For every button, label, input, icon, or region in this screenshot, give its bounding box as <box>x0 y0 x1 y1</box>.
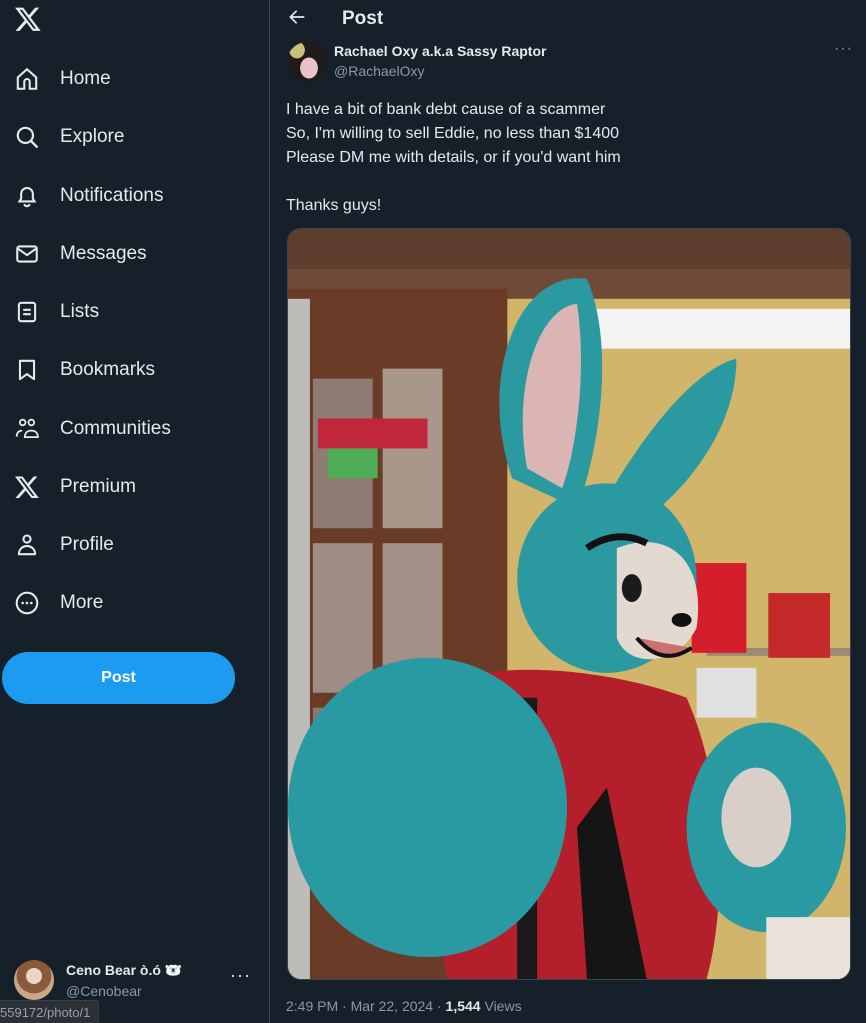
sidebar-item-label: Bookmarks <box>60 359 156 380</box>
author-handle[interactable]: @RachaelOxy <box>334 63 424 79</box>
separator: · <box>342 998 347 1014</box>
home-icon <box>14 66 40 92</box>
bell-icon <box>14 183 40 209</box>
sidebar-item-home[interactable]: Home <box>0 54 140 104</box>
avatar <box>14 960 54 1000</box>
sidebar-item-profile[interactable]: Profile <box>0 520 140 570</box>
sidebar-item-label: Profile <box>60 534 114 555</box>
sidebar-item-bookmarks[interactable]: Bookmarks <box>0 345 180 395</box>
arrow-left-icon <box>287 7 307 32</box>
post-date[interactable]: Mar 22, 2024 <box>351 998 434 1014</box>
sidebar-item-label: Home <box>60 68 111 89</box>
photo-illustration <box>288 229 850 979</box>
account-handle: @Cenobear <box>66 983 142 999</box>
sidebar-item-more[interactable]: More <box>0 578 130 628</box>
list-icon <box>14 299 40 325</box>
sidebar-item-notifications[interactable]: Notifications <box>0 171 190 221</box>
sidebar-item-explore[interactable]: Explore <box>0 112 140 162</box>
back-button[interactable] <box>284 6 310 32</box>
views-label: Views <box>484 998 522 1014</box>
sidebar: Home Explore Notifications Messages List… <box>0 0 269 1023</box>
sidebar-item-communities[interactable]: Communities <box>0 404 195 454</box>
more-circle-icon <box>14 590 40 616</box>
person-icon <box>14 532 40 558</box>
post-text-line: I have a bit of bank debt cause of a sca… <box>286 101 606 118</box>
post-text-line: Thanks guys! <box>286 197 382 214</box>
sidebar-item-lists[interactable]: Lists <box>0 287 120 337</box>
post-text-line: So, I'm willing to sell Eddie, no less t… <box>286 125 620 142</box>
separator: · <box>436 998 442 1014</box>
sidebar-item-label: Explore <box>60 126 125 147</box>
envelope-icon <box>14 241 40 267</box>
post-timestamp: 2:49 PM · Mar 22, 2024 · 1,544 Views <box>286 998 522 1014</box>
more-horizontal-icon[interactable]: ··· <box>230 965 251 986</box>
communities-icon <box>14 416 40 442</box>
post-photo[interactable] <box>287 228 851 980</box>
compose-post-button[interactable]: Post <box>2 652 235 704</box>
sidebar-item-label: More <box>60 592 104 613</box>
post-more-button[interactable]: ··· <box>834 40 853 58</box>
post-detail: Post Rachael Oxy a.k.a Sassy Raptor @Rac… <box>270 0 866 1023</box>
page-title: Post <box>342 8 384 29</box>
sidebar-item-label: Notifications <box>60 185 164 206</box>
bookmark-icon <box>14 357 40 383</box>
sidebar-item-messages[interactable]: Messages <box>0 229 170 279</box>
x-logo-icon[interactable] <box>14 5 42 33</box>
sidebar-item-label: Lists <box>60 301 100 322</box>
account-name: Ceno Bear ò.ó 🐻‍❄️ <box>66 962 183 978</box>
post-text: I have a bit of bank debt cause of a sca… <box>286 98 846 218</box>
account-switcher[interactable]: Ceno Bear ò.ó 🐻‍❄️ @Cenobear ··· <box>0 955 269 1005</box>
sidebar-item-label: Premium <box>60 476 137 497</box>
sidebar-item-premium[interactable]: Premium <box>0 462 160 512</box>
author-avatar[interactable] <box>287 42 327 82</box>
post-text-line <box>286 170 846 194</box>
author-name[interactable]: Rachael Oxy a.k.a Sassy Raptor <box>334 43 546 59</box>
post-text-line: Please DM me with details, or if you'd w… <box>286 149 621 166</box>
x-logo-icon <box>14 474 40 500</box>
sidebar-item-label: Communities <box>60 418 171 439</box>
search-icon <box>14 124 40 150</box>
sidebar-item-label: Messages <box>60 243 147 264</box>
views-count: 1,544 <box>445 998 481 1014</box>
status-bar-url: 559172/photo/1 <box>0 1000 100 1023</box>
post-time[interactable]: 2:49 PM <box>286 998 338 1014</box>
